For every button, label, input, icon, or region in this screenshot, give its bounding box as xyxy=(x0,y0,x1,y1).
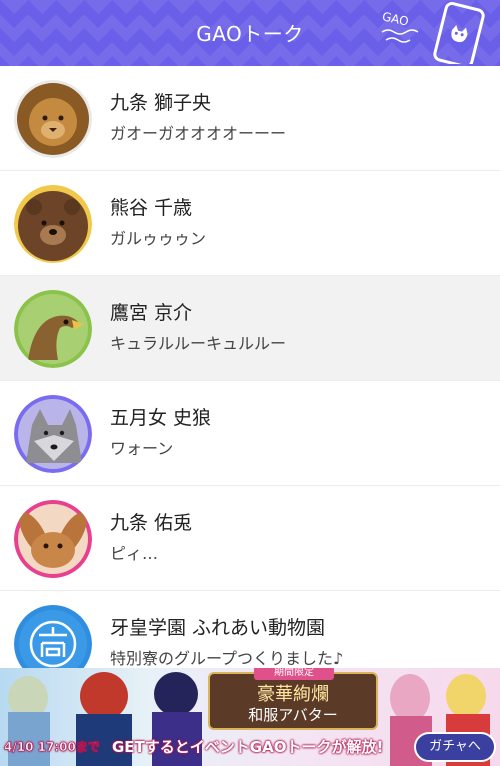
gacha-banner[interactable]: 期間限定 豪華絢爛 和服アバター 4/10 17:00まで GETするとイベント… xyxy=(0,668,500,766)
event-caption: GETするとイベントGAOトークが解放! xyxy=(112,738,384,756)
chat-row-lion[interactable]: 九条 獅子央 ガオーガオオオオーーー xyxy=(0,66,500,171)
bear-avatar-icon xyxy=(14,185,92,263)
phone-icon[interactable] xyxy=(428,2,490,64)
sound-wave-icon xyxy=(381,29,419,43)
event-deadline: 4/10 17:00まで xyxy=(4,740,100,755)
chat-message: ピィ… xyxy=(110,544,159,563)
chat-row-wolf[interactable]: 五月女 史狼 ワォーン xyxy=(0,381,500,486)
page-title: GAOトーク xyxy=(196,22,304,46)
chat-message: キュラルルーキュルルー xyxy=(110,334,287,353)
event-subtitle: 和服アバター xyxy=(248,706,338,724)
chat-row-bear[interactable]: 熊谷 千歳 ガルゥゥゥン xyxy=(0,171,500,276)
chat-row-eagle[interactable]: 鷹宮 京介 キュラルルーキュルルー xyxy=(0,276,500,381)
chat-name: 牙皇学園 ふれあい動物園 xyxy=(110,617,326,639)
chat-message: 特別寮のグループつくりました♪ xyxy=(110,649,344,668)
chat-message: ワォーン xyxy=(110,439,174,458)
chat-name: 鷹宮 京介 xyxy=(110,302,193,324)
chat-name: 五月女 史狼 xyxy=(110,407,212,429)
eagle-avatar-icon xyxy=(14,290,92,368)
chat-message: ガオーガオオオオーーー xyxy=(110,124,287,143)
chat-name: 九条 獅子央 xyxy=(110,92,212,114)
chat-row-rabbit[interactable]: 九条 佑兎 ピィ… xyxy=(0,486,500,591)
rabbit-avatar-icon xyxy=(14,500,92,578)
limited-time-badge: 期間限定 xyxy=(254,668,334,680)
gacha-button[interactable]: ガチャへ xyxy=(414,732,496,762)
wolf-avatar-icon xyxy=(14,395,92,473)
app-header: GAOトーク GAO xyxy=(0,0,500,66)
chat-list: 九条 獅子央 ガオーガオオオオーーー 熊谷 千歳 ガルゥゥゥン 鷹宮 京介 キュ… xyxy=(0,66,500,696)
chat-name: 九条 佑兎 xyxy=(110,512,193,534)
lion-avatar-icon xyxy=(14,80,92,158)
event-title: 豪華絢爛 xyxy=(257,684,329,705)
chat-message: ガルゥゥゥン xyxy=(110,229,207,248)
chat-name: 熊谷 千歳 xyxy=(110,197,193,219)
